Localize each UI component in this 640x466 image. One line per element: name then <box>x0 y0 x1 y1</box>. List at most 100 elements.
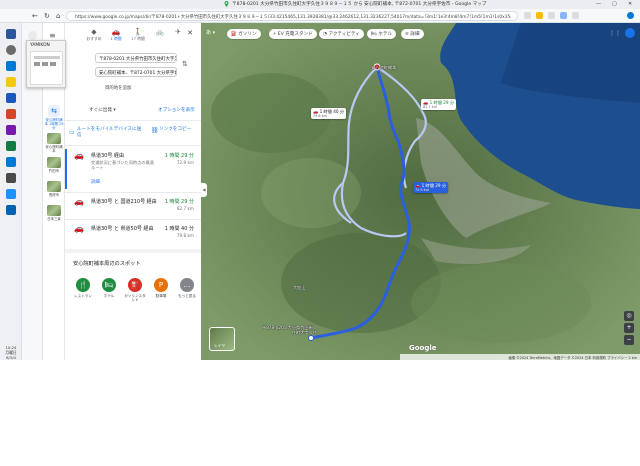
copilot-icon[interactable] <box>627 12 634 19</box>
chip-hotels[interactable]: 🛏 ホテル <box>367 29 397 39</box>
mail-icon[interactable] <box>6 205 16 215</box>
photos-icon[interactable] <box>6 189 16 199</box>
rail-item-recent-1[interactable]: ⇆ 安心院町補本 1時間 29 分 <box>44 105 64 130</box>
mode-walk[interactable]: 🚶 17 時間 <box>127 28 149 42</box>
extensions-icon[interactable] <box>524 12 531 19</box>
options-link[interactable]: オプションを表示 <box>158 107 195 113</box>
tab-actions-icon[interactable] <box>28 31 37 40</box>
nearby-restaurants[interactable]: 🍴 レストラン <box>71 278 95 298</box>
explorer-icon[interactable] <box>6 77 16 87</box>
car-icon: 🚗 <box>74 197 84 206</box>
favorites-icon[interactable] <box>536 12 543 19</box>
account-avatar[interactable] <box>625 28 635 38</box>
rail-item-recent-3[interactable]: 竹田市 <box>44 157 64 173</box>
powerpoint-icon[interactable] <box>6 109 16 119</box>
rail-item-recent-4[interactable]: 長府市 <box>44 181 64 197</box>
gas-station-icon: ⛽ <box>128 278 142 292</box>
selected-indicator <box>65 149 67 189</box>
address-bar: ← ↻ ⌂ https://www.google.co.jp/maps/dir/… <box>0 9 640 23</box>
minimize-icon[interactable]: — <box>596 1 601 7</box>
swap-icon[interactable]: ⇅ <box>182 60 188 68</box>
route-badge-alt-1[interactable]: 🚗 1 時間 29 分 82.7 km <box>421 99 457 110</box>
onenote-icon[interactable] <box>6 125 16 135</box>
close-directions-icon[interactable]: ✕ <box>187 29 193 37</box>
excel-icon[interactable] <box>6 141 16 151</box>
rail-label: 安心院町補本 1時間 29 分 <box>44 118 64 130</box>
origin-field[interactable]: 〒878-0201 大分県竹田市久住町大字久住 <box>95 53 177 63</box>
origin-label: 〒878-0201 大分県竹田市久住町大字久住 <box>262 325 317 335</box>
my-location-icon[interactable]: ◎ <box>624 311 634 321</box>
input-language-indicator[interactable]: あ ▾ <box>206 29 215 36</box>
route-option-2[interactable]: 🚗 県道30号 と 国道210号 経由 1 時間 29 分 82.7 km <box>65 195 201 217</box>
home-icon[interactable]: ⌂ <box>56 12 60 20</box>
chip-gas[interactable]: ⛽ ガソリン <box>227 29 261 39</box>
route-details-link[interactable]: 詳細 <box>91 179 100 185</box>
edge-icon[interactable] <box>6 61 16 71</box>
chip-more[interactable]: ≡ 詳細 <box>401 29 424 39</box>
mode-flight[interactable]: ✈ <box>167 28 189 36</box>
route-badge-alt-2[interactable]: 🚗 1 時間 40 分 79.8 km <box>311 108 347 119</box>
route-name: 県道30号 と 国道210号 経由 <box>91 199 157 205</box>
rail-label: 安心院町補本 <box>45 145 63 153</box>
apps-grid-icon[interactable]: ⋮⋮ <box>609 30 621 37</box>
store-icon[interactable] <box>6 173 16 183</box>
chip-ev-charging[interactable]: ⚡ EV 充電スタンド <box>269 29 317 39</box>
profile-icon[interactable] <box>560 12 567 19</box>
rail-item-recent-5[interactable]: 日本三景 <box>44 205 64 221</box>
destination-field[interactable]: 安心院町補本、〒872-0701 大分県宇佐市 <box>95 67 177 77</box>
route-badge-primary[interactable]: 🚗 1 時間 29 分 72.9 km <box>413 182 449 193</box>
divider <box>65 145 201 146</box>
directions-panel: ◆ おすすめ 🚗 1 時間 🚶 17 時間 🚲 ✈ ✕ 〒878-0201 大分… <box>65 23 201 360</box>
map-view[interactable]: あ ▾ ⛽ ガソリン ⚡ EV 充電スタンド ◔ アクティビティ 🛏 ホテル ≡… <box>201 23 640 360</box>
car-icon: 🚗 <box>74 224 84 233</box>
window-preview-popup[interactable]: YAMIKON <box>26 40 66 88</box>
add-destination[interactable]: 目的地を追加 <box>105 85 131 91</box>
word-icon[interactable] <box>6 93 16 103</box>
settings-more-icon[interactable] <box>572 12 579 19</box>
start-icon[interactable] <box>6 29 16 39</box>
destination-label: 安心院町補本 <box>371 65 397 70</box>
search-icon[interactable] <box>6 45 16 55</box>
saved-route-icon: ⇆ <box>48 105 60 117</box>
divider <box>65 192 201 193</box>
close-window-icon[interactable]: ✕ <box>628 1 632 7</box>
route-distance: 72.9 km <box>176 160 194 165</box>
refresh-icon[interactable]: ↻ <box>44 12 50 20</box>
preview-title: YAMIKON <box>30 43 50 48</box>
parking-icon: P <box>154 278 168 292</box>
collections-icon[interactable] <box>548 12 555 19</box>
mode-car[interactable]: 🚗 1 時間 <box>105 28 127 42</box>
nearby-hotels[interactable]: 🛏 ホテル <box>97 278 121 298</box>
zoom-out-button[interactable]: − <box>624 335 634 345</box>
back-icon[interactable]: ← <box>32 12 38 20</box>
route-option-1[interactable]: 🚗 県道30号 経由 1 時間 29 分 72.9 km 交通状況に基づいた同時… <box>65 149 201 191</box>
nearby-gas[interactable]: ⛽ ガソリンスタンド <box>123 278 147 303</box>
preview-thumbnail[interactable] <box>30 51 63 85</box>
route-time: 1 時間 40 分 <box>164 226 194 232</box>
route-time: 1 時間 29 分 <box>164 199 194 205</box>
route-distance: 79.8 km <box>176 233 194 238</box>
chip-activities[interactable]: ◔ アクティビティ <box>319 29 364 39</box>
place-label: 大船山 <box>293 285 306 290</box>
layers-button[interactable]: レイヤ <box>209 327 235 351</box>
title-bar: 〒878-0201 大分県竹田市久住町大字久住３９８９－１５ から 安心院町補本… <box>0 0 640 9</box>
send-to-mobile-link[interactable]: ルートをモバイルデバイスに送信 <box>77 127 143 139</box>
send-to-phone-icon: ▭ <box>69 129 75 136</box>
menu-hamburger-icon[interactable]: ≡ <box>49 31 56 40</box>
collapse-panel-icon[interactable]: ◀ <box>201 183 207 197</box>
url-text: https://www.google.co.jp/maps/dir/〒878-0… <box>75 15 511 20</box>
route-option-3[interactable]: 🚗 県道30号 と 県道50号 経由 1 時間 40 分 79.8 km <box>65 222 201 244</box>
nearby-parking[interactable]: P 駐車場 <box>149 278 173 298</box>
taskbar-clock[interactable]: 10:24 月曜日 6/3/4 <box>1 345 21 360</box>
outlook-icon[interactable] <box>6 157 16 167</box>
copy-link[interactable]: リンクをコピー <box>159 127 199 133</box>
screen: 〒878-0201 大分県竹田市久住町大字久住３９８９－１５ から 安心院町補本… <box>0 0 640 360</box>
depart-now-dropdown[interactable]: すぐに出発 ▾ <box>89 107 116 113</box>
url-field[interactable]: https://www.google.co.jp/maps/dir/〒878-0… <box>66 11 518 21</box>
maximize-icon[interactable]: ▢ <box>612 1 617 7</box>
rail-label: 竹田市 <box>48 169 60 173</box>
nearby-more[interactable]: … もっと見る <box>175 278 199 298</box>
mode-best[interactable]: ◆ おすすめ <box>83 28 105 42</box>
zoom-in-button[interactable]: + <box>624 323 634 333</box>
rail-item-recent-2[interactable]: 安心院町補本 <box>44 133 64 153</box>
